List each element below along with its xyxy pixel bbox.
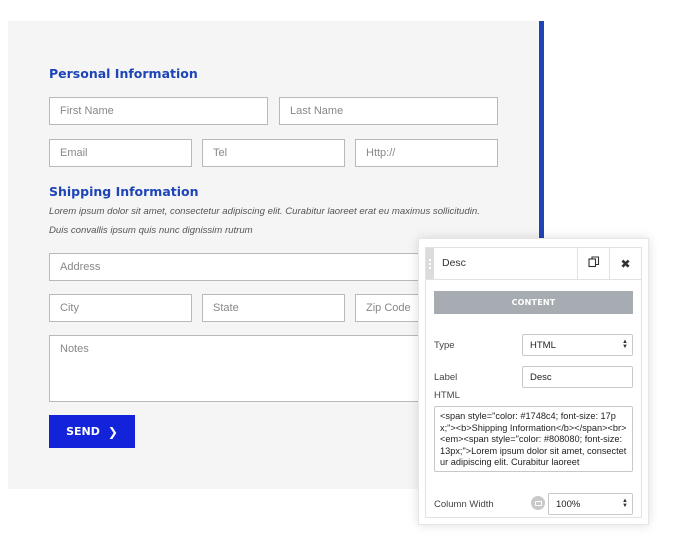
close-icon: ✖ bbox=[620, 256, 631, 271]
shipping-info-title: Shipping Information bbox=[49, 184, 199, 199]
email-field[interactable]: Email bbox=[49, 139, 192, 167]
column-width-label: Column Width bbox=[434, 499, 494, 510]
settings-panel: Desc ✖ CONTENT Type HTML ▲ ▼ Label Desc H… bbox=[418, 238, 649, 525]
accent-bar bbox=[539, 21, 544, 243]
duplicate-button[interactable] bbox=[577, 248, 609, 279]
settings-panel-inner: Desc ✖ CONTENT Type HTML ▲ ▼ Label Desc H… bbox=[425, 247, 642, 518]
select-arrows-icon: ▲ ▼ bbox=[622, 339, 628, 350]
send-label: SEND bbox=[66, 425, 100, 438]
panel-title: Desc bbox=[442, 257, 466, 269]
html-textarea[interactable]: <span style="color: #1748c4; font-size: … bbox=[434, 406, 633, 472]
panel-header: Desc ✖ bbox=[426, 248, 641, 280]
desktop-icon[interactable] bbox=[531, 496, 545, 510]
column-width-value: 100% bbox=[556, 498, 581, 510]
type-select[interactable]: HTML ▲ ▼ bbox=[522, 334, 633, 356]
shipping-desc-line1: Lorem ipsum dolor sit amet, consectetur … bbox=[49, 206, 480, 217]
first-name-field[interactable]: First Name bbox=[49, 97, 268, 125]
city-field[interactable]: City bbox=[49, 294, 192, 322]
label-label: Label bbox=[434, 372, 458, 383]
close-button[interactable]: ✖ bbox=[609, 248, 641, 279]
personal-info-title: Personal Information bbox=[49, 66, 198, 81]
tab-content[interactable]: CONTENT bbox=[434, 291, 633, 314]
chevron-right-icon: ❯ bbox=[107, 424, 118, 439]
type-label: Type bbox=[434, 340, 455, 351]
drag-handle[interactable] bbox=[426, 248, 434, 279]
shipping-desc-line2: Duis convallis ipsum quis nunc dignissim… bbox=[49, 225, 253, 236]
column-width-select[interactable]: 100% ▲ ▼ bbox=[548, 493, 633, 515]
state-field[interactable]: State bbox=[202, 294, 345, 322]
type-select-value: HTML bbox=[530, 339, 556, 351]
url-field[interactable]: Http:// bbox=[355, 139, 498, 167]
send-button[interactable]: SEND ❯ bbox=[49, 415, 135, 448]
last-name-field[interactable]: Last Name bbox=[279, 97, 498, 125]
label-input[interactable]: Desc bbox=[522, 366, 633, 388]
duplicate-icon bbox=[587, 256, 600, 271]
tel-field[interactable]: Tel bbox=[202, 139, 345, 167]
html-label: HTML bbox=[434, 390, 460, 401]
select-arrows-icon: ▲ ▼ bbox=[622, 498, 628, 509]
